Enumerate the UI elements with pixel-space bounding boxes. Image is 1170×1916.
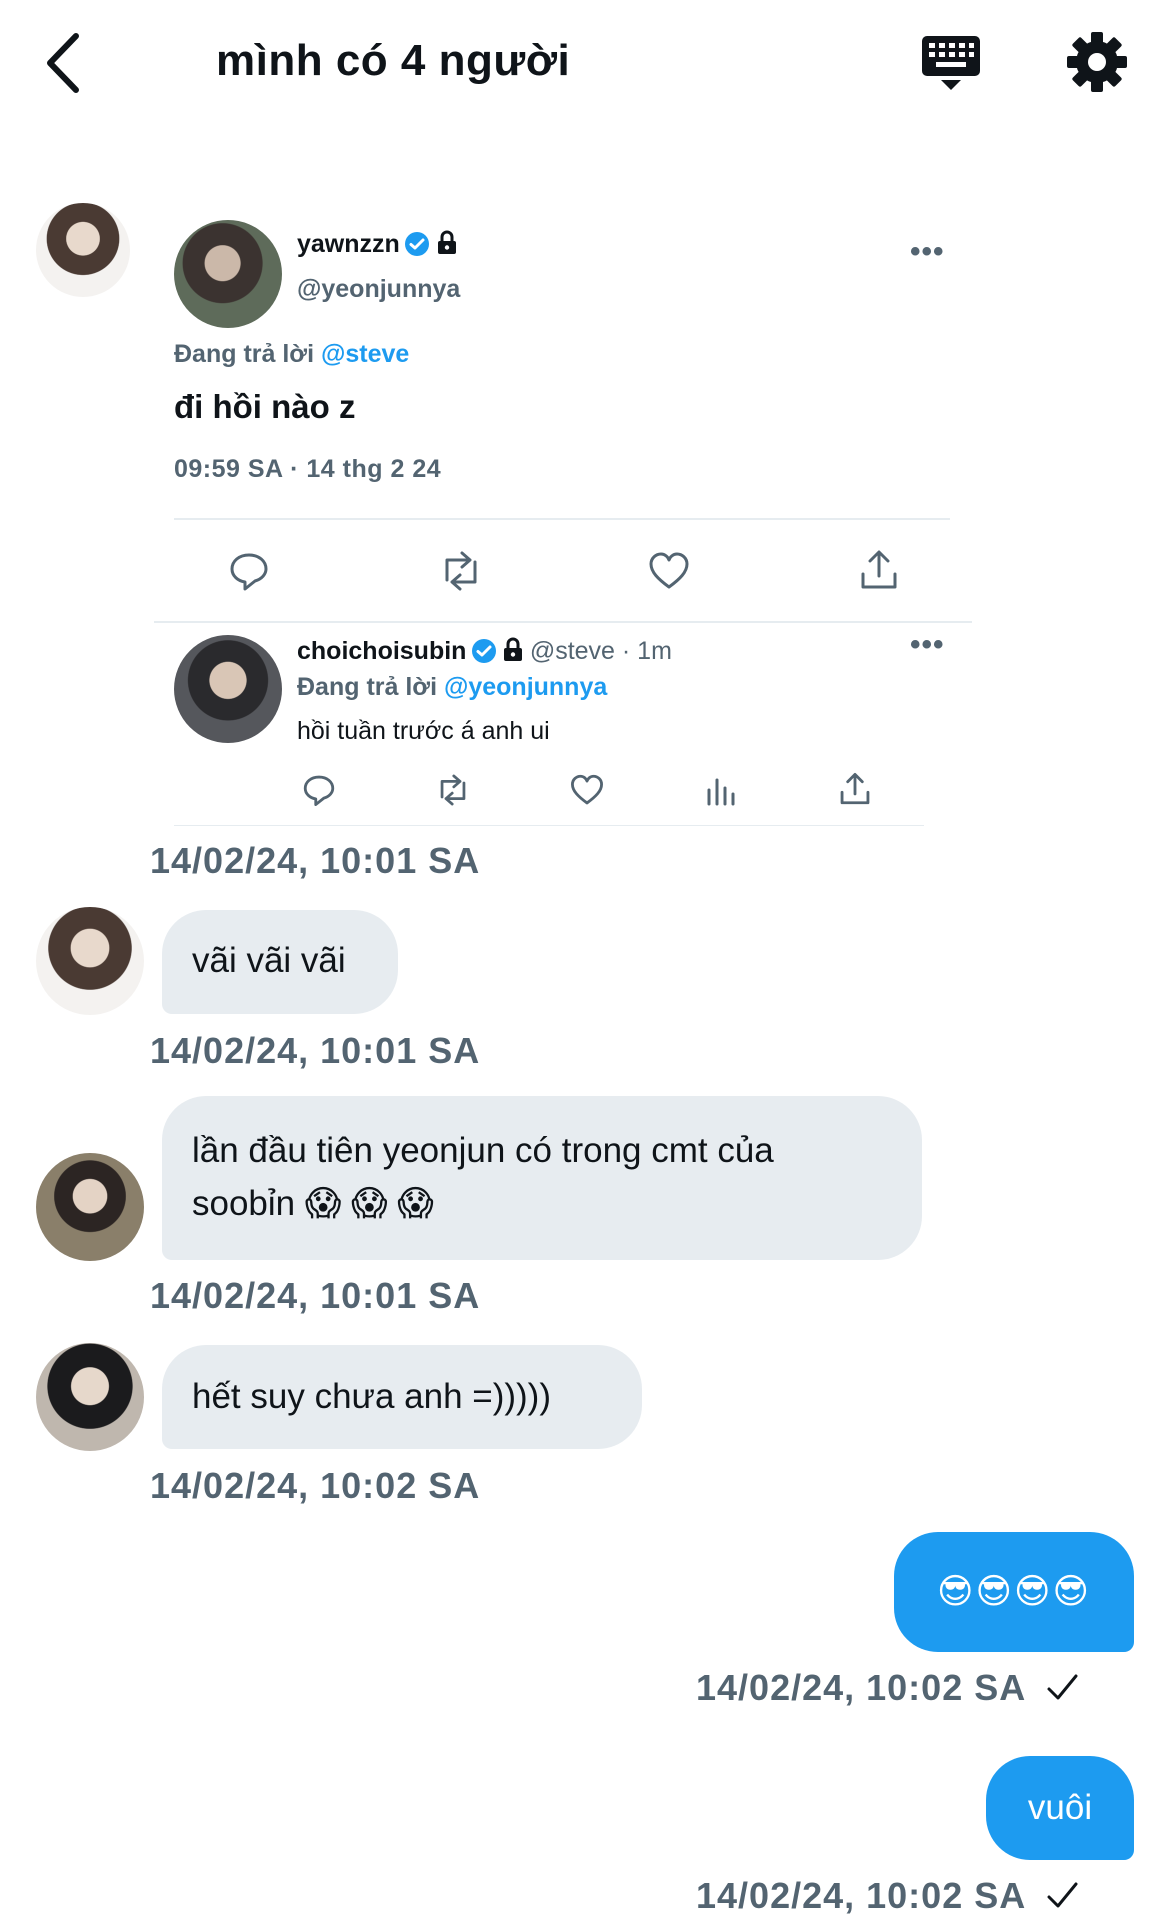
more-options-icon[interactable]: ••• [910,628,945,662]
message-timestamp: 14/02/24, 10:02 SA [696,1875,1027,1916]
share-button[interactable] [838,771,872,807]
message-bubble[interactable]: vuôi [986,1756,1134,1860]
share-icon [840,773,870,805]
message-timestamp: 14/02/24, 10:01 SA [150,840,481,881]
chevron-left-icon [47,33,79,93]
replying-label: Đang trả lời [174,340,315,368]
message-text: hết suy chưa anh =))))) [192,1377,551,1416]
checkmark-icon [1047,1674,1078,1700]
divider [174,825,924,826]
analytics-icon [707,778,735,806]
divider [174,518,950,520]
retweet-icon [440,774,466,806]
checkmark-icon [1047,1882,1078,1908]
message-bubble[interactable]: hết suy chưa anh =))))) [162,1345,642,1449]
reply-text: hồi tuần trước á anh ui [297,717,550,745]
message-bubble[interactable]: lần đầu tiên yeonjun có trong cmt của so… [162,1096,922,1260]
shared-tweet-card[interactable]: yawnzzn @yeonjunnya ••• Đang trả lời @st… [150,205,972,826]
reply-icon [230,553,268,591]
tweet-author-name[interactable]: yawnzzn [297,230,400,258]
message-text: vuôi [1027,1788,1093,1827]
message-timestamp: 14/02/24, 10:02 SA [150,1465,481,1506]
retweet-button[interactable] [435,773,471,807]
heart-icon [571,774,603,805]
heart-icon [649,552,689,589]
message-text: vãi vãi vãi [192,941,346,980]
reply-author-name[interactable]: choichoisubin [297,637,466,665]
avatar[interactable] [36,1343,144,1451]
retweet-icon [445,551,477,591]
settings-button[interactable] [1065,30,1129,94]
message-text: lần đầu tiên yeonjun có trong cmt của [192,1131,774,1170]
verified-badge-icon [471,639,496,663]
reply-button[interactable] [228,550,270,592]
lock-icon [437,230,456,254]
message-bubble[interactable]: 😎😎😎😎 [894,1532,1134,1652]
gear-icon [1067,32,1127,92]
avatar[interactable] [36,203,130,297]
message-text: 😎😎😎😎 [937,1572,1091,1611]
replying-label: Đang trả lời [297,673,438,701]
message-timestamp: 14/02/24, 10:01 SA [150,1030,481,1071]
tweet-timestamp: 09:59 SA · 14 thg 2 24 [174,455,442,483]
tweet-author-avatar[interactable] [174,220,282,328]
share-button[interactable] [858,548,900,590]
keyboard-icon [922,36,980,90]
message-timestamp: 14/02/24, 10:02 SA [696,1667,1027,1708]
message-timestamp: 14/02/24, 10:01 SA [150,1275,481,1316]
lock-icon [504,637,523,661]
verified-badge-icon [405,232,430,256]
retweet-button[interactable] [438,550,480,592]
message-bubble[interactable]: vãi vãi vãi [162,910,398,1014]
share-icon [861,550,897,589]
reply-meta: @steve · 1m [529,637,672,665]
tweet-author-handle[interactable]: @yeonjunnya [297,275,460,304]
keyboard-button[interactable] [920,32,982,94]
replying-to-link[interactable]: @yeonjunnya [444,673,607,701]
tweet-text: đi hồi nào z [174,388,356,425]
replying-to-link[interactable]: @steve [321,340,409,368]
conversation-title: mình có 4 người [216,36,571,85]
back-button[interactable] [40,28,90,98]
avatar[interactable] [36,907,144,1015]
like-button[interactable] [570,773,604,807]
reply-button[interactable] [302,773,336,807]
avatar[interactable] [36,1153,144,1261]
reply-icon [303,775,335,806]
like-button[interactable] [648,550,690,592]
message-text: soobỉn 😱 😱 😱 [192,1184,434,1223]
reply-author-avatar[interactable] [174,635,282,743]
views-button[interactable] [705,775,737,807]
divider [154,621,972,623]
more-options-icon[interactable]: ••• [910,235,945,269]
